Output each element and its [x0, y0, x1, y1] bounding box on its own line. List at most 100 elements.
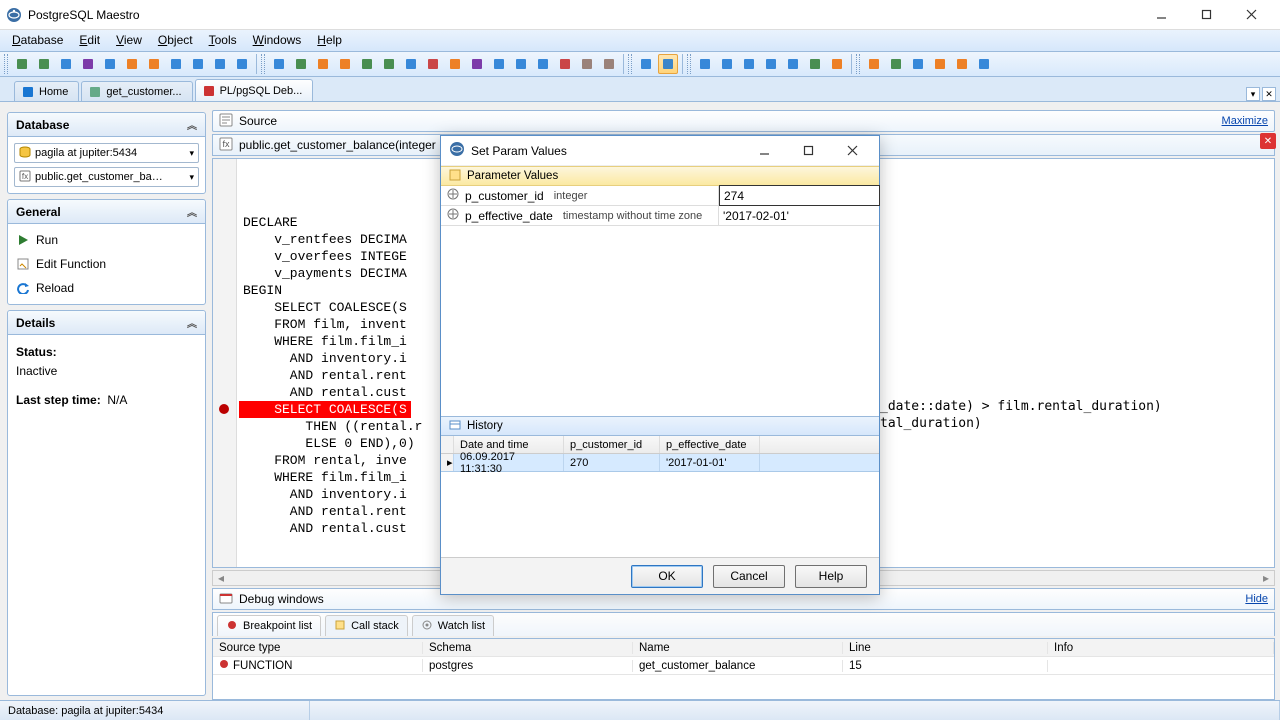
toolbar-button[interactable] — [805, 54, 825, 74]
toolbar-button[interactable] — [210, 54, 230, 74]
dialog-maximize-button[interactable] — [789, 138, 827, 164]
database-group-header[interactable]: Database ︽ — [8, 113, 205, 137]
param-type: integer — [554, 190, 588, 202]
action-reload[interactable]: Reload — [14, 278, 199, 298]
dialog-minimize-button[interactable] — [745, 138, 783, 164]
debug-tab[interactable]: Call stack — [325, 615, 408, 636]
toolbar-button[interactable] — [533, 54, 553, 74]
param-name: p_effective_date — [465, 209, 553, 223]
toolbar-button[interactable] — [864, 54, 884, 74]
toolbar-button[interactable] — [908, 54, 928, 74]
toolbar-button[interactable] — [379, 54, 399, 74]
scroll-left-icon[interactable]: ◂ — [213, 571, 229, 585]
menu-view[interactable]: View — [108, 30, 150, 51]
menu-object[interactable]: Object — [150, 30, 201, 51]
toolbar-button[interactable] — [291, 54, 311, 74]
code-fragment: _date::date) > film.rental_duration) — [880, 398, 1162, 415]
toolbar-button[interactable] — [78, 54, 98, 74]
tab-icon — [88, 85, 102, 99]
details-group-header[interactable]: Details ︽ — [8, 311, 205, 335]
toolbar-button[interactable] — [952, 54, 972, 74]
dialog-close-button[interactable] — [833, 138, 871, 164]
toolbar-button[interactable] — [188, 54, 208, 74]
toolbar-button[interactable] — [401, 54, 421, 74]
toolbar-button[interactable] — [930, 54, 950, 74]
dialog-titlebar[interactable]: Set Param Values — [441, 136, 879, 166]
menu-help[interactable]: Help — [309, 30, 350, 51]
toolbar-button[interactable] — [144, 54, 164, 74]
debug-tab-label: Breakpoint list — [243, 620, 312, 632]
tab[interactable]: Home — [14, 81, 79, 101]
toolbar-button[interactable] — [467, 54, 487, 74]
panel-close-icon[interactable]: ✕ — [1260, 133, 1276, 149]
param-value-input[interactable]: '2017-02-01' — [723, 209, 789, 223]
maximize-link[interactable]: Maximize — [1222, 115, 1268, 127]
chevron-down-icon: ▾ — [189, 148, 194, 159]
toolbar-button[interactable] — [636, 54, 656, 74]
toolbar-button[interactable] — [577, 54, 597, 74]
col-source-type: Source type — [213, 642, 423, 654]
toolbar-button[interactable] — [886, 54, 906, 74]
toolbar-button[interactable] — [717, 54, 737, 74]
menu-database[interactable]: Database — [4, 30, 71, 51]
toolbar-button[interactable] — [761, 54, 781, 74]
toolbar-button[interactable] — [313, 54, 333, 74]
param-value-input[interactable]: 274 — [724, 189, 744, 203]
tab-close-button[interactable]: ✕ — [1262, 87, 1276, 101]
toolbar-button[interactable] — [783, 54, 803, 74]
menu-edit[interactable]: Edit — [71, 30, 108, 51]
general-group: General ︽ Run Edit Function Reload — [7, 199, 206, 305]
general-group-header[interactable]: General ︽ — [8, 200, 205, 224]
toolbar-button[interactable] — [739, 54, 759, 74]
history-row[interactable]: ▸ 06.09.2017 11:31:30 270 '2017-01-01' — [441, 454, 879, 472]
toolbar-button[interactable] — [827, 54, 847, 74]
toolbar-button[interactable] — [511, 54, 531, 74]
action-edit-function[interactable]: Edit Function — [14, 254, 199, 274]
debug-tab[interactable]: Watch list — [412, 615, 494, 636]
toolbar-button[interactable] — [489, 54, 509, 74]
cancel-button[interactable]: Cancel — [713, 565, 785, 588]
param-row[interactable]: p_customer_id integer 274 — [441, 186, 879, 206]
toolbar-button[interactable] — [269, 54, 289, 74]
toolbar-button[interactable] — [100, 54, 120, 74]
tab[interactable]: get_customer... — [81, 81, 192, 101]
toolbar-button[interactable] — [445, 54, 465, 74]
toolbar-button[interactable] — [166, 54, 186, 74]
toolbar-button[interactable] — [122, 54, 142, 74]
toolbar-button[interactable] — [56, 54, 76, 74]
toolbar-button[interactable] — [34, 54, 54, 74]
close-button[interactable] — [1229, 0, 1274, 30]
param-row[interactable]: p_effective_date timestamp without time … — [441, 206, 879, 226]
action-run[interactable]: Run — [14, 230, 199, 250]
function-select[interactable]: fx public.get_customer_balance ▾ — [14, 167, 199, 187]
hide-link[interactable]: Hide — [1245, 593, 1268, 605]
minimize-button[interactable] — [1139, 0, 1184, 30]
toolbar-button[interactable] — [658, 54, 678, 74]
ok-button[interactable]: OK — [631, 565, 703, 588]
toolbar-button[interactable] — [232, 54, 252, 74]
toolbar-button[interactable] — [695, 54, 715, 74]
help-button[interactable]: Help — [795, 565, 867, 588]
source-header: Source Maximize ✕ — [212, 110, 1275, 132]
toolbar-button[interactable] — [599, 54, 619, 74]
scroll-right-icon[interactable]: ▸ — [1258, 571, 1274, 585]
toolbar-button[interactable] — [357, 54, 377, 74]
toolbar-button[interactable] — [12, 54, 32, 74]
table-row[interactable]: FUNCTION postgres get_customer_balance 1… — [213, 657, 1274, 675]
tab-dropdown-button[interactable]: ▾ — [1246, 87, 1260, 101]
titlebar: PostgreSQL Maestro — [0, 0, 1280, 30]
toolbar-button[interactable] — [335, 54, 355, 74]
maximize-button[interactable] — [1184, 0, 1229, 30]
debug-tab[interactable]: Breakpoint list — [217, 615, 321, 636]
toolbar-button[interactable] — [974, 54, 994, 74]
tab[interactable]: PL/pgSQL Deb... — [195, 79, 314, 101]
statusbar: Database: pagila at jupiter:5434 — [0, 700, 1280, 720]
toolbar-button[interactable] — [555, 54, 575, 74]
param-icon — [447, 208, 459, 223]
database-select[interactable]: pagila at jupiter:5434 ▾ — [14, 143, 199, 163]
toolbar-button[interactable] — [423, 54, 443, 74]
debug-tab-label: Watch list — [438, 620, 485, 632]
menu-tools[interactable]: Tools — [201, 30, 245, 51]
breakpoint-icon[interactable] — [219, 404, 229, 414]
menu-windows[interactable]: Windows — [245, 30, 310, 51]
